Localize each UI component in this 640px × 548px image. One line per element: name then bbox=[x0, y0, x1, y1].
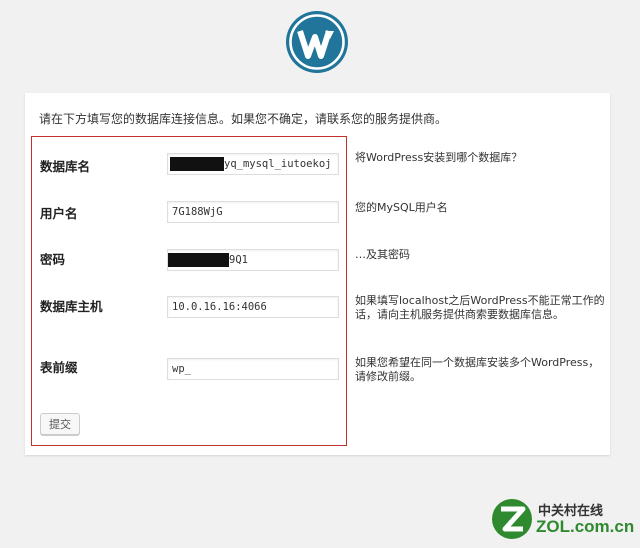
dbname-value: yq_mysql_iutoekoj bbox=[224, 158, 332, 170]
password-value: 9Q1 bbox=[229, 254, 248, 266]
dbhost-value: 10.0.16.16:4066 bbox=[172, 301, 267, 313]
username-value: 7G188WjG bbox=[172, 206, 223, 218]
dbname-input[interactable]: yq_mysql_iutoekoj bbox=[167, 153, 339, 175]
help-prefix: 如果您希望在同一个数据库安装多个WordPress，请修改前缀。 bbox=[355, 356, 600, 383]
label-prefix: 表前缀 bbox=[40, 360, 78, 375]
prefix-input[interactable]: wp_ bbox=[167, 358, 339, 380]
label-dbhost: 数据库主机 bbox=[40, 299, 103, 314]
redaction-mask bbox=[168, 253, 229, 267]
submit-button[interactable]: 提交 bbox=[40, 413, 80, 435]
label-username: 用户名 bbox=[40, 206, 78, 221]
wordpress-logo-icon bbox=[286, 11, 348, 73]
help-dbname: 将WordPress安装到哪个数据库？ bbox=[355, 151, 523, 164]
prefix-value: wp_ bbox=[172, 363, 191, 375]
highlight-box bbox=[31, 136, 347, 446]
dbhost-input[interactable]: 10.0.16.16:4066 bbox=[167, 296, 339, 318]
help-dbhost: 如果填写localhost之后WordPress不能正常工作的话，请向主机服务提… bbox=[355, 294, 605, 321]
watermark-bottom-text: ZOL.com.cn bbox=[536, 517, 635, 536]
redaction-mask bbox=[170, 157, 224, 171]
password-input[interactable]: 9Q1 bbox=[167, 249, 339, 271]
label-dbname: 数据库名 bbox=[40, 159, 91, 174]
setup-card: 请在下方填写您的数据库连接信息。如果您不确定，请联系您的服务提供商。 数据库名 … bbox=[25, 93, 610, 455]
zol-logo-icon bbox=[492, 499, 532, 539]
help-username: 您的MySQL用户名 bbox=[355, 201, 448, 214]
help-password: …及其密码 bbox=[355, 248, 410, 261]
intro-text: 请在下方填写您的数据库连接信息。如果您不确定，请联系您的服务提供商。 bbox=[39, 112, 448, 126]
label-password: 密码 bbox=[40, 252, 66, 267]
username-input[interactable]: 7G188WjG bbox=[167, 201, 339, 223]
